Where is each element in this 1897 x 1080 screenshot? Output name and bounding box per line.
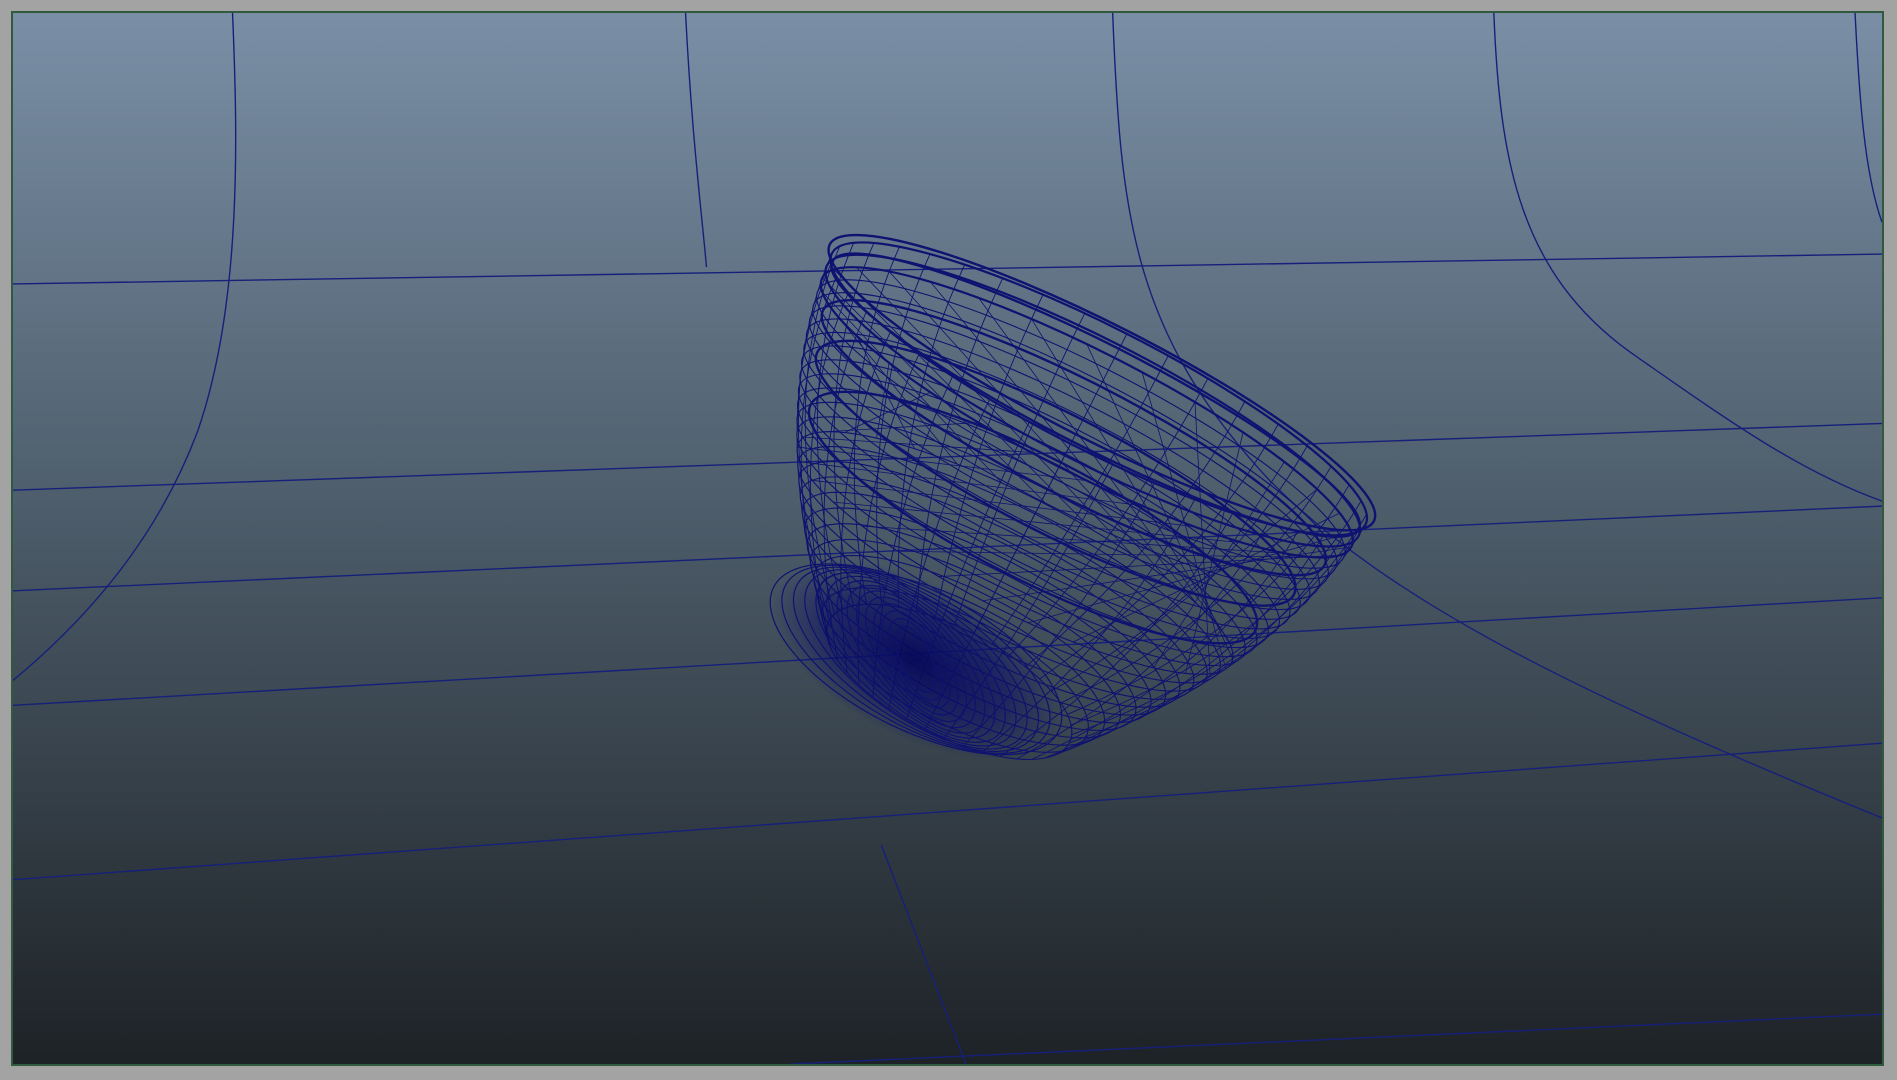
viewport-canvas[interactable] [13,13,1882,1064]
viewport-background [13,13,1882,1064]
perspective-viewport[interactable] [11,11,1884,1066]
viewport-frame [0,0,1897,1080]
